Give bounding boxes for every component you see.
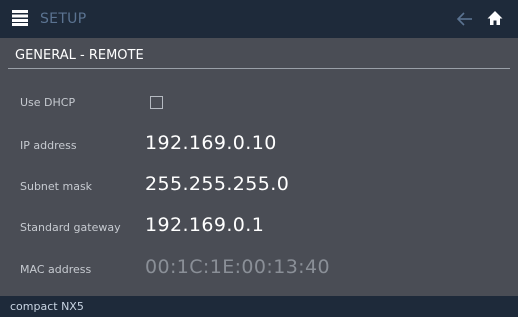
subnet-mask-field[interactable]: 255.255.255.0 [145, 172, 289, 196]
top-bar: SETUP [0, 0, 518, 38]
subnet-mask-label: Subnet mask [20, 180, 93, 193]
page-title: SETUP [40, 11, 87, 27]
section-divider [8, 68, 510, 69]
standard-gateway-field[interactable]: 192.169.0.1 [145, 213, 264, 237]
mac-address-label: MAC address [20, 263, 92, 276]
use-dhcp-label: Use DHCP [20, 96, 76, 109]
mac-address-value: 00:1C:1E:00:13:40 [145, 256, 330, 278]
hamburger-icon[interactable] [12, 10, 28, 26]
arrow-left-icon[interactable] [456, 10, 474, 28]
home-icon[interactable] [486, 9, 504, 27]
section-title: GENERAL - REMOTE [15, 48, 144, 63]
ip-address-field[interactable]: 192.169.0.10 [145, 131, 277, 155]
standard-gateway-label: Standard gateway [20, 221, 121, 234]
footer-bar: compact NX5 [0, 296, 518, 317]
ip-address-label: IP address [20, 139, 77, 152]
setup-screen: SETUP GENERAL - REMOTE Use DHCP IP addre… [0, 0, 518, 317]
device-name: compact NX5 [10, 300, 84, 313]
use-dhcp-checkbox[interactable] [150, 96, 163, 109]
